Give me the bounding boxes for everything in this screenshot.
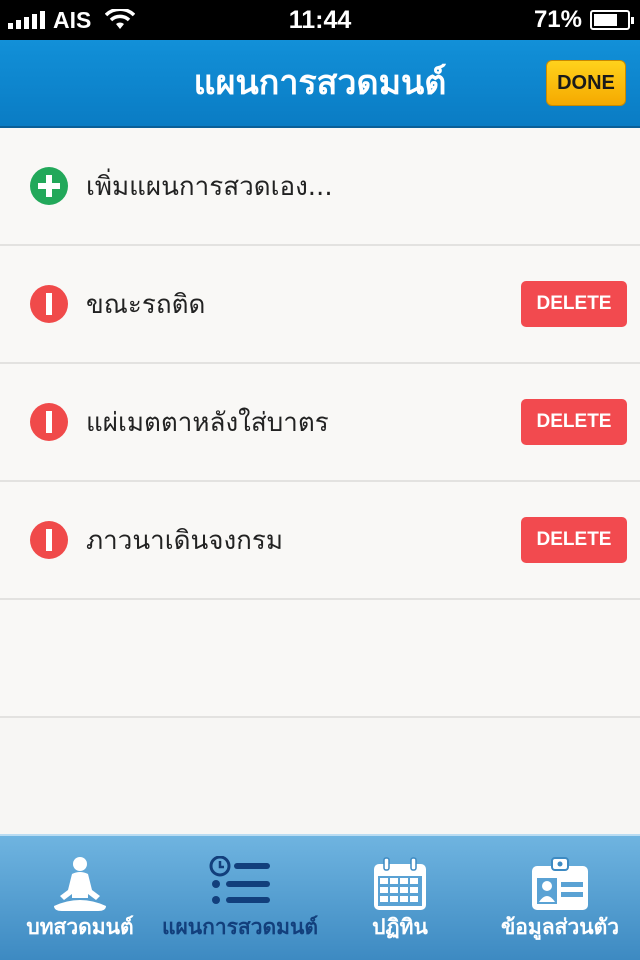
delete-toggle-icon[interactable] bbox=[30, 403, 68, 441]
empty-row bbox=[0, 600, 640, 718]
plan-row[interactable]: ภาวนาเดินจงกรม DELETE bbox=[0, 482, 640, 600]
plan-list: เพิ่มแผนการสวดเอง... ขณะรถติด DELETE แผ่… bbox=[0, 128, 640, 718]
plus-circle-icon[interactable] bbox=[30, 167, 68, 205]
done-button[interactable]: DONE bbox=[546, 60, 626, 106]
page-title: แผนการสวดมนต์ bbox=[193, 63, 447, 103]
signal-strength-icon bbox=[8, 11, 45, 29]
plan-row[interactable]: แผ่เมตตาหลังใส่บาตร DELETE bbox=[0, 364, 640, 482]
calendar-icon bbox=[374, 857, 426, 910]
tab-bar: บทสวดมนต์ แผนการสวดมนต์ ปฏิทิน ข้อมูลส่ว… bbox=[0, 834, 640, 960]
delete-toggle-icon[interactable] bbox=[30, 521, 68, 559]
tab-prayers[interactable]: บทสวดมนต์ bbox=[0, 836, 160, 960]
delete-button[interactable]: DELETE bbox=[521, 517, 627, 563]
tab-prayer-plan[interactable]: แผนการสวดมนต์ bbox=[160, 836, 320, 960]
delete-button[interactable]: DELETE bbox=[521, 281, 627, 327]
plan-row[interactable]: ขณะรถติด DELETE bbox=[0, 246, 640, 364]
id-card-icon bbox=[532, 857, 588, 910]
battery-percent: 71% bbox=[533, 6, 582, 33]
delete-toggle-icon[interactable] bbox=[30, 285, 68, 323]
status-bar: AIS 11:44 71% bbox=[0, 0, 640, 40]
battery-icon bbox=[590, 10, 634, 30]
meditation-icon bbox=[54, 857, 106, 911]
tab-label: แผนการสวดมนต์ bbox=[161, 915, 319, 939]
tab-label: บทสวดมนต์ bbox=[26, 915, 134, 939]
delete-button[interactable]: DELETE bbox=[521, 399, 627, 445]
navigation-bar: แผนการสวดมนต์ DONE bbox=[0, 40, 640, 128]
add-plan-label: เพิ่มแผนการสวดเอง... bbox=[86, 171, 333, 202]
tab-label: ปฏิทิน bbox=[372, 915, 428, 939]
tab-label: ข้อมูลส่วนตัว bbox=[500, 915, 620, 939]
plan-label: ขณะรถติด bbox=[86, 289, 206, 320]
plan-label: แผ่เมตตาหลังใส่บาตร bbox=[86, 407, 329, 438]
clock-list-icon bbox=[209, 856, 270, 904]
tab-calendar[interactable]: ปฏิทิน bbox=[320, 836, 480, 960]
carrier-name: AIS bbox=[53, 6, 92, 33]
add-plan-row[interactable]: เพิ่มแผนการสวดเอง... bbox=[0, 128, 640, 246]
tab-profile[interactable]: ข้อมูลส่วนตัว bbox=[480, 836, 640, 960]
plan-label: ภาวนาเดินจงกรม bbox=[86, 525, 284, 556]
wifi-icon bbox=[105, 9, 136, 29]
